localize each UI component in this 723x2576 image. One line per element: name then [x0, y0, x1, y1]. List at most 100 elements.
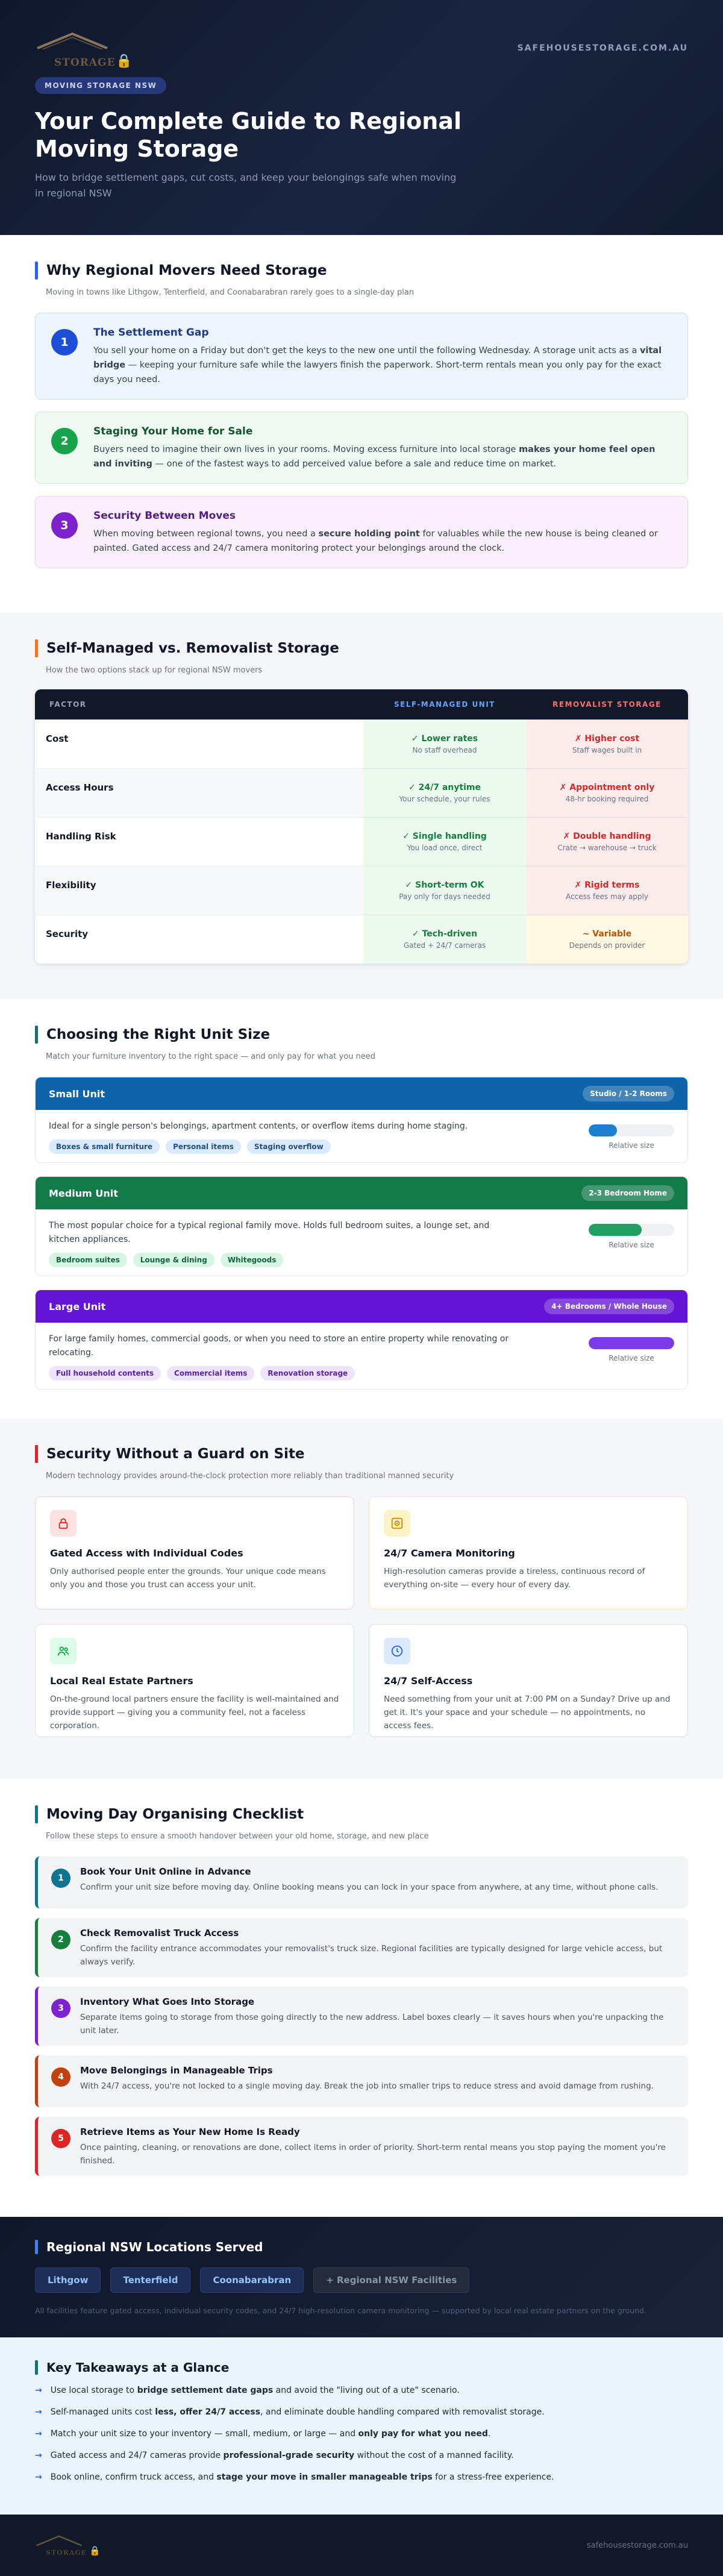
step-number: 1 [51, 1869, 70, 1888]
step-body: Confirm the facility entrance accommodat… [80, 1944, 663, 1967]
removalist-cell: ~ Variable Depends on provider [526, 915, 688, 964]
security-card-gated: Gated Access with Individual Codes Only … [35, 1496, 354, 1609]
location-chip-coonabarabran[interactable]: Coonabarabran [200, 2267, 304, 2293]
padlock-icon: 🔒 [116, 54, 133, 69]
takeaways-section: Key Takeaways at a Glance → Use local sto… [0, 2337, 723, 2515]
security-section: Security Without a Guard on Site Modern … [0, 1418, 723, 1779]
location-chip-lithgow[interactable]: Lithgow [35, 2267, 101, 2293]
footer-url[interactable]: safehousestorage.com.au [587, 2541, 688, 2550]
relative-size-meter: Relative size [589, 1124, 674, 1150]
unit-body: The most popular choice for a typical re… [36, 1209, 687, 1276]
section-title: Why Regional Movers Need Storage [46, 263, 327, 278]
unit-header: Medium Unit 2-3 Bedroom Home [36, 1177, 687, 1209]
location-chip-tenterfield[interactable]: Tenterfield [110, 2267, 191, 2293]
roof-icon [37, 32, 108, 49]
self-managed-cell: ✓ Single handling You load once, direct [363, 817, 526, 866]
unit-size-badge: Studio / 1-2 Rooms [583, 1086, 674, 1102]
section-title: Regional NSW Locations Served [46, 2240, 263, 2254]
unit-name: Small Unit [49, 1088, 105, 1100]
size-bar-label: Relative size [609, 1354, 654, 1362]
removalist-cell: ✗ Double handling Crate → warehouse → tru… [526, 817, 688, 866]
step-body: Once painting, cleaning, or renovations … [80, 2143, 666, 2166]
takeaway-item: → Book online, confirm truck access, and … [35, 2471, 688, 2483]
unit-tag: Lounge & dining [133, 1253, 214, 1267]
relative-size-meter: Relative size [589, 1224, 674, 1249]
section-accent-bar [35, 1805, 38, 1823]
unit-size-badge: 4+ Bedrooms / Whole House [544, 1299, 674, 1314]
card-title: The Settlement Gap [93, 327, 209, 339]
logo-mark: STORAGE [35, 2534, 86, 2559]
size-bar-track [589, 1124, 674, 1136]
relative-size-meter: Relative size [589, 1337, 674, 1362]
unit-tag: Staging overflow [246, 1139, 331, 1154]
locations-note: All facilities feature gated access, ind… [35, 2306, 647, 2315]
footer-logo[interactable]: STORAGE 🔒 [35, 2532, 101, 2559]
section-accent-bar [35, 2360, 38, 2375]
size-bar-track [589, 1337, 674, 1349]
footer: STORAGE 🔒 safehousestorage.com.au [0, 2515, 723, 2576]
self-value: ✓ Single handling [402, 832, 487, 841]
unit-size-badge: 2-3 Bedroom Home [581, 1185, 674, 1201]
people-icon [50, 1638, 77, 1664]
step-number: 1 [51, 329, 78, 356]
self-note: You load once, direct [407, 844, 483, 852]
location-list: Lithgow Tenterfield Coonabarabran + Regi… [35, 2267, 688, 2293]
step-title: Retrieve Items as Your New Home Is Ready [80, 2126, 300, 2137]
self-note: Your schedule, your rules [399, 795, 490, 803]
removalist-value: ✗ Double handling [563, 832, 651, 841]
step-number: 3 [51, 512, 78, 539]
takeaway-item: → Gated access and 24/7 cameras provide p… [35, 2449, 688, 2462]
unit-card-small-unit: Small Unit Studio / 1-2 Rooms Ideal for a … [35, 1077, 688, 1163]
why-card-settlement: 1 The Settlement Gap You sell your home … [35, 313, 688, 400]
card-body: When moving between regional towns, you … [93, 529, 658, 553]
unit-name: Medium Unit [49, 1187, 118, 1199]
self-managed-cell: ✓ Short-term OK Pay only for days needed [363, 866, 526, 915]
step-body: Separate items going to storage from tho… [80, 2013, 664, 2035]
section-accent-bar [35, 262, 38, 280]
section-title: Choosing the Right Unit Size [46, 1027, 271, 1042]
section-accent-bar [35, 639, 38, 657]
security-grid: Gated Access with Individual Codes Only … [35, 1496, 688, 1737]
security-card-access: 24/7 Self-Access Need something from you… [369, 1624, 688, 1737]
hero-url[interactable]: SAFEHOUSESTORAGE.COM.AU [518, 43, 688, 53]
checklist-step: 4 Move Belongings in Manageable Trips With… [35, 2055, 688, 2107]
comparison-table: FACTOR SELF-MANAGED UNIT REMOVALIST STOR… [35, 689, 688, 964]
size-bar-track [589, 1224, 674, 1236]
self-note: No staff overhead [412, 746, 477, 754]
table-row: Handling Risk ✓ Single handling You load o… [35, 817, 688, 866]
takeaway-text: Self-managed units cost less, offer 24/7… [50, 2407, 545, 2417]
factor-cell: Handling Risk [35, 817, 363, 866]
unit-card-large-unit: Large Unit 4+ Bedrooms / Whole House For l… [35, 1290, 688, 1390]
factor-cell: Access Hours [35, 768, 363, 817]
takeaway-text: Book online, confirm truck access, and s… [50, 2472, 554, 2482]
card-body: Need something from your unit at 7:00 PM… [384, 1694, 671, 1731]
security-card-camera: 24/7 Camera Monitoring High-resolution c… [369, 1496, 688, 1609]
card-body: Buyers need to imagine their own lives i… [93, 445, 656, 469]
unit-card-medium-unit: Medium Unit 2-3 Bedroom Home The most popu… [35, 1176, 688, 1276]
step-title: Inventory What Goes Into Storage [80, 1996, 255, 2007]
location-chip-regional[interactable]: + Regional NSW Facilities [313, 2267, 470, 2293]
size-bar-label: Relative size [609, 1241, 654, 1249]
arrow-right-icon: → [35, 2429, 42, 2439]
self-managed-cell: ✓ 24/7 anytime Your schedule, your rules [363, 768, 526, 817]
self-value: ✓ 24/7 anytime [408, 783, 481, 792]
self-value: ✓ Tech-driven [412, 929, 478, 939]
removalist-cell: ✗ Appointment only 48-hr booking required [526, 768, 688, 817]
factor-cell: Cost [35, 719, 363, 768]
hero-banner: STORAGE 🔒 SAFEHOUSESTORAGE.COM.AU MOVING… [0, 0, 723, 235]
section-title: Moving Day Organising Checklist [46, 1807, 304, 1822]
removalist-value: ~ Variable [582, 929, 632, 939]
unit-tag: Bedroom suites [49, 1253, 127, 1267]
table-row: Access Hours ✓ 24/7 anytime Your schedule,… [35, 768, 688, 817]
checklist-step: 2 Check Removalist Truck Access Confirm th… [35, 1918, 688, 1977]
section-subtitle: How the two options stack up for regiona… [46, 666, 263, 675]
unit-tag: Commercial items [167, 1366, 255, 1380]
section-title: Key Takeaways at a Glance [46, 2360, 230, 2375]
card-title: 24/7 Self-Access [384, 1675, 473, 1687]
hero-subtitle: How to bridge settlement gaps, cut costs… [35, 172, 457, 199]
card-title: 24/7 Camera Monitoring [384, 1547, 515, 1559]
card-body: On-the-ground local partners ensure the … [50, 1694, 339, 1731]
padlock-icon: 🔒 [89, 2545, 101, 2556]
self-note: Pay only for days needed [399, 892, 490, 901]
step-title: Book Your Unit Online in Advance [80, 1866, 251, 1877]
